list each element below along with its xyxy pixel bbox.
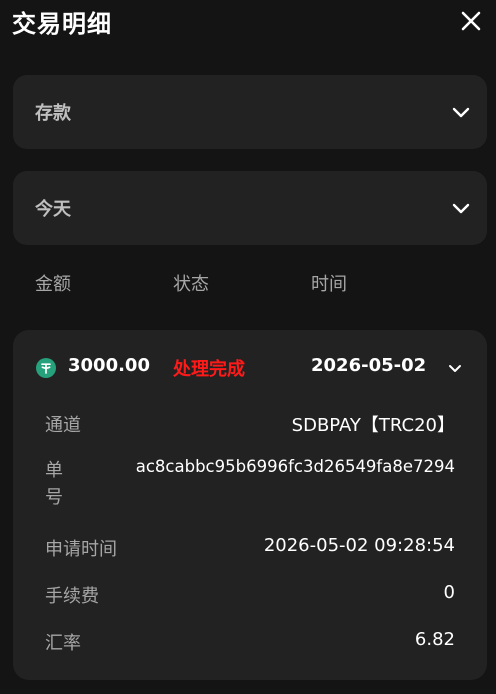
- column-headers: 金额 状态 时间: [0, 270, 496, 295]
- detail-value: 0: [443, 582, 455, 603]
- close-icon: [461, 11, 481, 31]
- detail-label: 申请时间: [45, 539, 117, 560]
- transaction-card: 3000.00 处理完成 2026-05-02 通道 SDBPAY【TRC20】…: [13, 330, 487, 680]
- detail-value: SDBPAY【TRC20】: [291, 415, 455, 436]
- header: 交易明细: [0, 0, 496, 44]
- chevron-down-icon: [452, 107, 470, 118]
- transaction-date: 2026-05-02: [311, 355, 427, 376]
- detail-label: 单号: [45, 460, 63, 508]
- detail-value: 6.82: [414, 629, 455, 650]
- date-range-value: 今天: [35, 199, 71, 220]
- close-button[interactable]: [456, 6, 486, 36]
- detail-value: ac8cabbc95b6996fc3d26549fa8e7294: [135, 457, 455, 476]
- transaction-type-select[interactable]: 存款: [13, 75, 487, 149]
- column-amount: 金额: [35, 274, 71, 295]
- detail-label: 汇率: [45, 633, 81, 654]
- column-status: 状态: [173, 274, 209, 295]
- column-time: 时间: [311, 274, 347, 295]
- page-title: 交易明细: [12, 10, 112, 38]
- chevron-down-icon: [452, 203, 470, 214]
- transaction-type-value: 存款: [35, 103, 71, 124]
- detail-label: 手续费: [45, 586, 99, 607]
- detail-label: 通道: [45, 415, 81, 436]
- chevron-down-icon[interactable]: [445, 358, 465, 378]
- date-range-select[interactable]: 今天: [13, 171, 487, 245]
- detail-value: 2026-05-02 09:28:54: [263, 535, 455, 556]
- transaction-summary-row[interactable]: 3000.00 处理完成 2026-05-02: [13, 330, 487, 402]
- tether-icon: [36, 358, 56, 378]
- status-badge: 处理完成: [173, 359, 245, 380]
- transaction-amount: 3000.00: [68, 355, 150, 376]
